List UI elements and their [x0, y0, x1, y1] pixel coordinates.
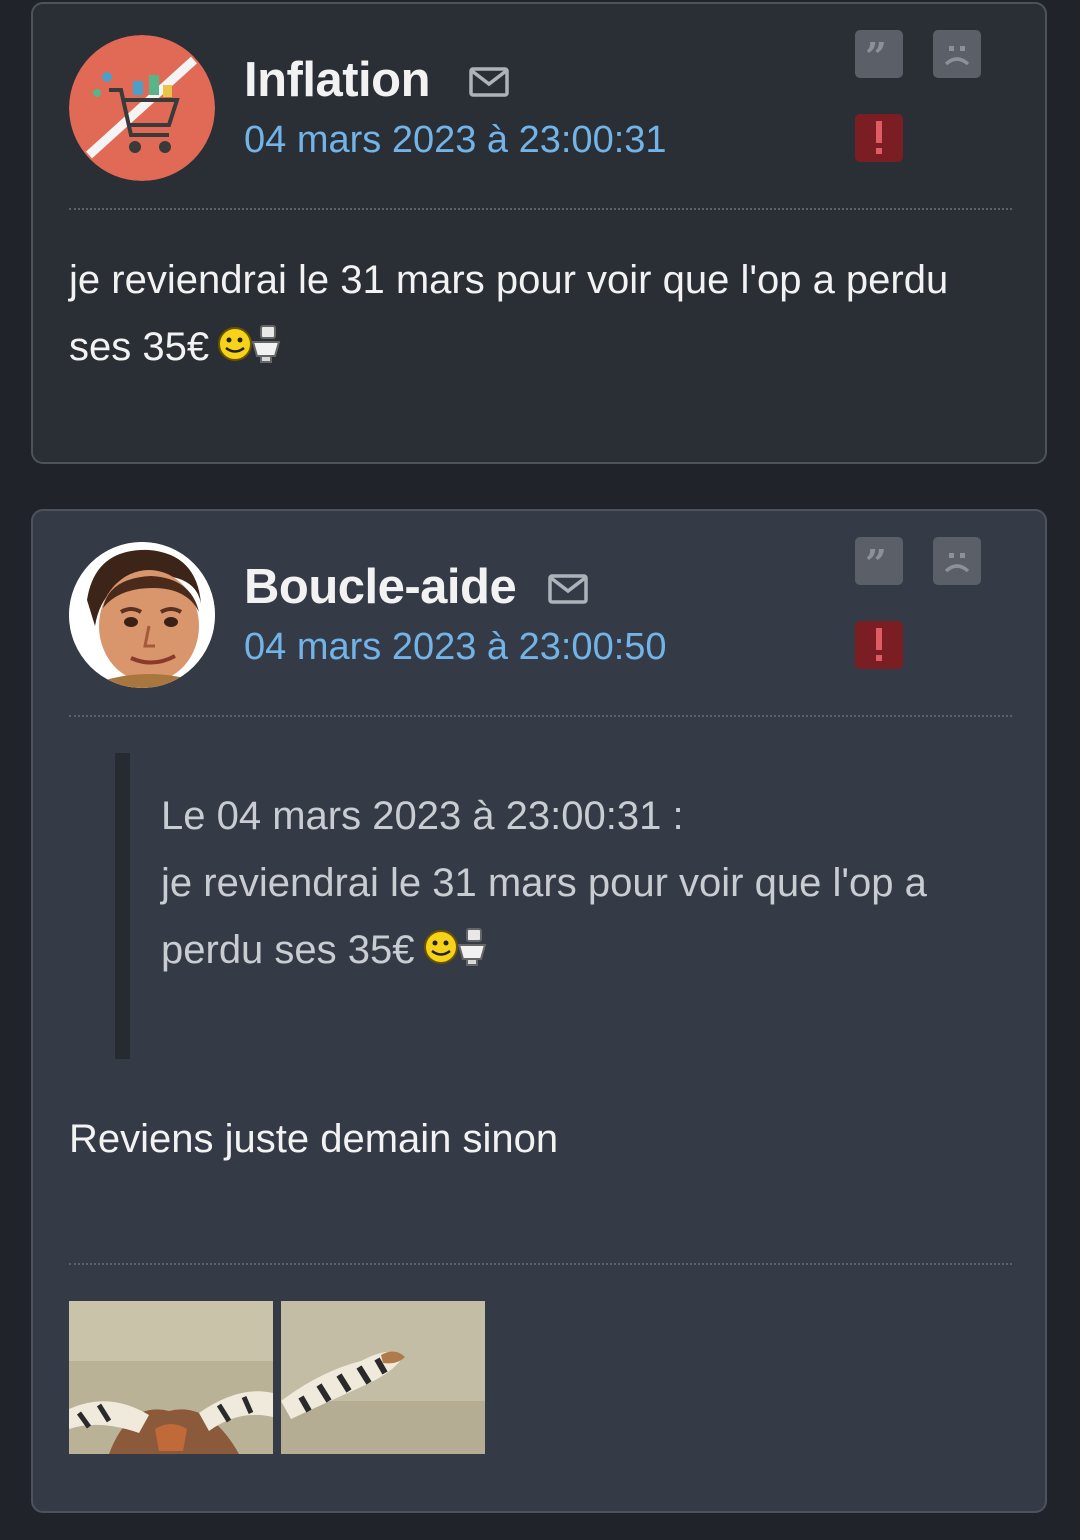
message-body: je reviendrai le 31 mars pour voir que l… — [69, 247, 969, 385]
svg-text:”: ” — [865, 42, 887, 66]
quote-button[interactable]: ” — [855, 30, 903, 78]
author-name[interactable]: Boucle-aide — [244, 559, 517, 615]
sticker-thumbnail[interactable] — [69, 1301, 273, 1454]
separator — [69, 208, 1012, 210]
report-button[interactable] — [855, 621, 903, 669]
post-date[interactable]: 04 mars 2023 à 23:00:50 — [244, 626, 667, 669]
quote-message: je reviendrai le 31 mars pour voir que l… — [161, 861, 927, 972]
message-body: Reviens juste demain sinon — [69, 1106, 969, 1173]
private-message-button[interactable] — [933, 537, 981, 585]
quote-icon: ” — [865, 42, 887, 66]
avatar[interactable] — [69, 35, 215, 181]
sad-face-icon — [944, 553, 970, 573]
mail-icon[interactable] — [469, 66, 509, 98]
separator — [69, 715, 1012, 717]
sad-face-icon — [944, 46, 970, 66]
quote-text: je reviendrai le 31 mars pour voir que l… — [161, 850, 1001, 988]
author-name[interactable]: Inflation — [244, 52, 431, 108]
separator — [69, 1263, 1012, 1265]
report-button[interactable] — [855, 114, 903, 162]
private-message-button[interactable] — [933, 30, 981, 78]
mail-icon[interactable] — [548, 573, 588, 605]
forum-post: Boucle-aide 04 mars 2023 à 23:00:50 ” Le… — [31, 509, 1047, 1513]
exclamation-icon — [876, 628, 882, 661]
quote-button[interactable]: ” — [855, 537, 903, 585]
avatar[interactable] — [69, 542, 215, 688]
message-text: Reviens juste demain sinon — [69, 1117, 559, 1161]
quote-icon: ” — [865, 549, 887, 573]
smiley-wc-icon — [423, 921, 487, 988]
quote-header: Le 04 mars 2023 à 23:00:31 : — [161, 794, 684, 838]
message-text: je reviendrai le 31 mars pour voir que l… — [69, 258, 949, 369]
post-date[interactable]: 04 mars 2023 à 23:00:31 — [244, 119, 667, 162]
sticker-thumbnail[interactable] — [281, 1301, 485, 1454]
svg-text:”: ” — [865, 549, 887, 573]
forum-post: Inflation 04 mars 2023 à 23:00:31 ” je r… — [31, 2, 1047, 464]
smiley-wc-icon — [217, 318, 281, 385]
exclamation-icon — [876, 121, 882, 154]
